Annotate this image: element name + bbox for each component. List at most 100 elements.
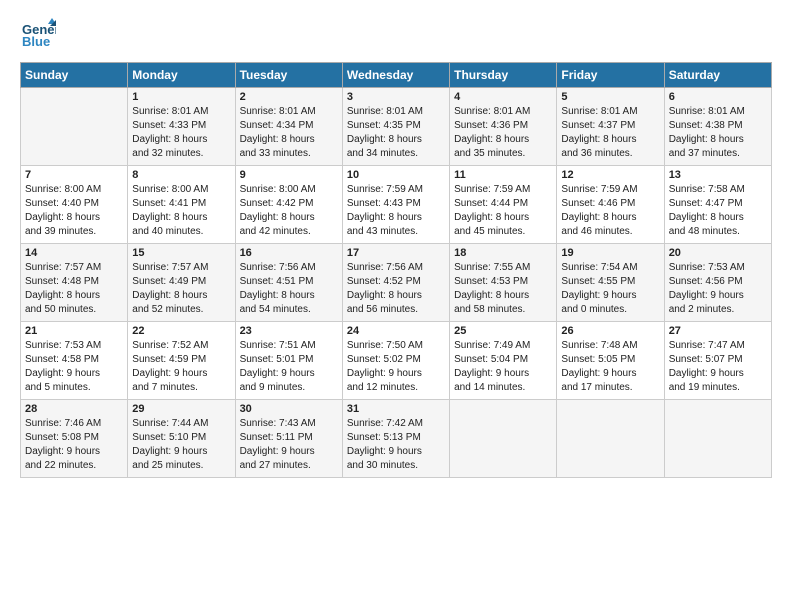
day-info: Sunrise: 7:52 AM Sunset: 4:59 PM Dayligh…	[132, 339, 230, 395]
header-sunday: Sunday	[21, 63, 128, 88]
calendar-cell: 27 Sunrise: 7:47 AM Sunset: 5:07 PM Dayli…	[664, 322, 771, 400]
day-info: Sunrise: 8:01 AM Sunset: 4:37 PM Dayligh…	[561, 105, 659, 161]
day-number: 12	[561, 169, 659, 181]
day-info: Sunrise: 7:58 AM Sunset: 4:47 PM Dayligh…	[669, 183, 767, 239]
day-number: 31	[347, 403, 445, 415]
day-info: Sunrise: 7:50 AM Sunset: 5:02 PM Dayligh…	[347, 339, 445, 395]
calendar-cell: 30 Sunrise: 7:43 AM Sunset: 5:11 PM Dayli…	[235, 400, 342, 478]
day-info: Sunrise: 7:47 AM Sunset: 5:07 PM Dayligh…	[669, 339, 767, 395]
day-number: 27	[669, 325, 767, 337]
day-number: 6	[669, 91, 767, 103]
day-number: 11	[454, 169, 552, 181]
calendar-header-row: SundayMondayTuesdayWednesdayThursdayFrid…	[21, 63, 772, 88]
day-number: 17	[347, 247, 445, 259]
calendar-cell: 19 Sunrise: 7:54 AM Sunset: 4:55 PM Dayli…	[557, 244, 664, 322]
day-info: Sunrise: 7:49 AM Sunset: 5:04 PM Dayligh…	[454, 339, 552, 395]
day-number: 2	[240, 91, 338, 103]
day-number: 8	[132, 169, 230, 181]
calendar-cell: 9 Sunrise: 8:00 AM Sunset: 4:42 PM Daylig…	[235, 166, 342, 244]
day-info: Sunrise: 7:55 AM Sunset: 4:53 PM Dayligh…	[454, 261, 552, 317]
header-friday: Friday	[557, 63, 664, 88]
header-thursday: Thursday	[450, 63, 557, 88]
calendar-cell	[450, 400, 557, 478]
calendar-table: SundayMondayTuesdayWednesdayThursdayFrid…	[20, 62, 772, 478]
svg-text:Blue: Blue	[22, 34, 50, 49]
calendar-cell: 24 Sunrise: 7:50 AM Sunset: 5:02 PM Dayli…	[342, 322, 449, 400]
week-row-3: 21Sunrise: 7:53 AM Sunset: 4:58 PM Dayli…	[21, 322, 772, 400]
week-row-1: 7Sunrise: 8:00 AM Sunset: 4:40 PM Daylig…	[21, 166, 772, 244]
calendar-cell: 8Sunrise: 8:00 AM Sunset: 4:41 PM Daylig…	[128, 166, 235, 244]
week-row-2: 14 Sunrise: 7:57 AM Sunset: 4:48 PM Dayli…	[21, 244, 772, 322]
calendar-cell: 12 Sunrise: 7:59 AM Sunset: 4:46 PM Dayli…	[557, 166, 664, 244]
logo: General Blue	[20, 16, 60, 52]
calendar-cell: 2 Sunrise: 8:01 AM Sunset: 4:34 PM Daylig…	[235, 88, 342, 166]
day-info: Sunrise: 8:01 AM Sunset: 4:38 PM Dayligh…	[669, 105, 767, 161]
calendar-cell: 3 Sunrise: 8:01 AM Sunset: 4:35 PM Daylig…	[342, 88, 449, 166]
day-number: 10	[347, 169, 445, 181]
day-info: Sunrise: 7:51 AM Sunset: 5:01 PM Dayligh…	[240, 339, 338, 395]
day-number: 25	[454, 325, 552, 337]
day-number: 18	[454, 247, 552, 259]
day-number: 7	[25, 169, 123, 181]
header-saturday: Saturday	[664, 63, 771, 88]
calendar-cell: 5 Sunrise: 8:01 AM Sunset: 4:37 PM Daylig…	[557, 88, 664, 166]
week-row-0: 1 Sunrise: 8:01 AM Sunset: 4:33 PM Daylig…	[21, 88, 772, 166]
day-info: Sunrise: 8:01 AM Sunset: 4:36 PM Dayligh…	[454, 105, 552, 161]
day-number: 15	[132, 247, 230, 259]
day-info: Sunrise: 8:01 AM Sunset: 4:35 PM Dayligh…	[347, 105, 445, 161]
day-number: 5	[561, 91, 659, 103]
day-info: Sunrise: 7:56 AM Sunset: 4:51 PM Dayligh…	[240, 261, 338, 317]
day-number: 4	[454, 91, 552, 103]
day-number: 30	[240, 403, 338, 415]
header-wednesday: Wednesday	[342, 63, 449, 88]
day-info: Sunrise: 7:54 AM Sunset: 4:55 PM Dayligh…	[561, 261, 659, 317]
week-row-4: 28Sunrise: 7:46 AM Sunset: 5:08 PM Dayli…	[21, 400, 772, 478]
header-tuesday: Tuesday	[235, 63, 342, 88]
calendar-cell	[21, 88, 128, 166]
header: General Blue	[20, 16, 772, 52]
calendar-cell: 29Sunrise: 7:44 AM Sunset: 5:10 PM Dayli…	[128, 400, 235, 478]
calendar-cell	[664, 400, 771, 478]
day-number: 22	[132, 325, 230, 337]
calendar-cell: 6 Sunrise: 8:01 AM Sunset: 4:38 PM Daylig…	[664, 88, 771, 166]
day-number: 28	[25, 403, 123, 415]
day-info: Sunrise: 7:57 AM Sunset: 4:48 PM Dayligh…	[25, 261, 123, 317]
calendar-cell: 22 Sunrise: 7:52 AM Sunset: 4:59 PM Dayli…	[128, 322, 235, 400]
day-info: Sunrise: 8:01 AM Sunset: 4:34 PM Dayligh…	[240, 105, 338, 161]
calendar-cell: 4 Sunrise: 8:01 AM Sunset: 4:36 PM Daylig…	[450, 88, 557, 166]
logo-icon: General Blue	[20, 16, 56, 52]
day-number: 16	[240, 247, 338, 259]
day-number: 26	[561, 325, 659, 337]
day-number: 20	[669, 247, 767, 259]
day-info: Sunrise: 8:00 AM Sunset: 4:42 PM Dayligh…	[240, 183, 338, 239]
calendar-cell: 14 Sunrise: 7:57 AM Sunset: 4:48 PM Dayli…	[21, 244, 128, 322]
day-info: Sunrise: 7:59 AM Sunset: 4:43 PM Dayligh…	[347, 183, 445, 239]
calendar-cell: 17 Sunrise: 7:56 AM Sunset: 4:52 PM Dayli…	[342, 244, 449, 322]
day-info: Sunrise: 7:59 AM Sunset: 4:46 PM Dayligh…	[561, 183, 659, 239]
calendar-cell: 18 Sunrise: 7:55 AM Sunset: 4:53 PM Dayli…	[450, 244, 557, 322]
day-number: 14	[25, 247, 123, 259]
day-info: Sunrise: 7:57 AM Sunset: 4:49 PM Dayligh…	[132, 261, 230, 317]
day-info: Sunrise: 7:53 AM Sunset: 4:58 PM Dayligh…	[25, 339, 123, 395]
day-number: 3	[347, 91, 445, 103]
calendar-cell: 1 Sunrise: 8:01 AM Sunset: 4:33 PM Daylig…	[128, 88, 235, 166]
day-number: 24	[347, 325, 445, 337]
day-info: Sunrise: 8:01 AM Sunset: 4:33 PM Dayligh…	[132, 105, 230, 161]
day-number: 13	[669, 169, 767, 181]
day-number: 19	[561, 247, 659, 259]
day-info: Sunrise: 7:53 AM Sunset: 4:56 PM Dayligh…	[669, 261, 767, 317]
calendar-cell: 25 Sunrise: 7:49 AM Sunset: 5:04 PM Dayli…	[450, 322, 557, 400]
day-number: 23	[240, 325, 338, 337]
day-info: Sunrise: 7:43 AM Sunset: 5:11 PM Dayligh…	[240, 417, 338, 473]
day-info: Sunrise: 7:59 AM Sunset: 4:44 PM Dayligh…	[454, 183, 552, 239]
day-number: 29	[132, 403, 230, 415]
day-number: 1	[132, 91, 230, 103]
calendar-cell: 15 Sunrise: 7:57 AM Sunset: 4:49 PM Dayli…	[128, 244, 235, 322]
day-info: Sunrise: 7:42 AM Sunset: 5:13 PM Dayligh…	[347, 417, 445, 473]
calendar-cell: 28Sunrise: 7:46 AM Sunset: 5:08 PM Dayli…	[21, 400, 128, 478]
day-info: Sunrise: 7:56 AM Sunset: 4:52 PM Dayligh…	[347, 261, 445, 317]
day-number: 9	[240, 169, 338, 181]
calendar-cell: 26Sunrise: 7:48 AM Sunset: 5:05 PM Dayli…	[557, 322, 664, 400]
calendar-cell: 21Sunrise: 7:53 AM Sunset: 4:58 PM Dayli…	[21, 322, 128, 400]
calendar-cell: 13 Sunrise: 7:58 AM Sunset: 4:47 PM Dayli…	[664, 166, 771, 244]
